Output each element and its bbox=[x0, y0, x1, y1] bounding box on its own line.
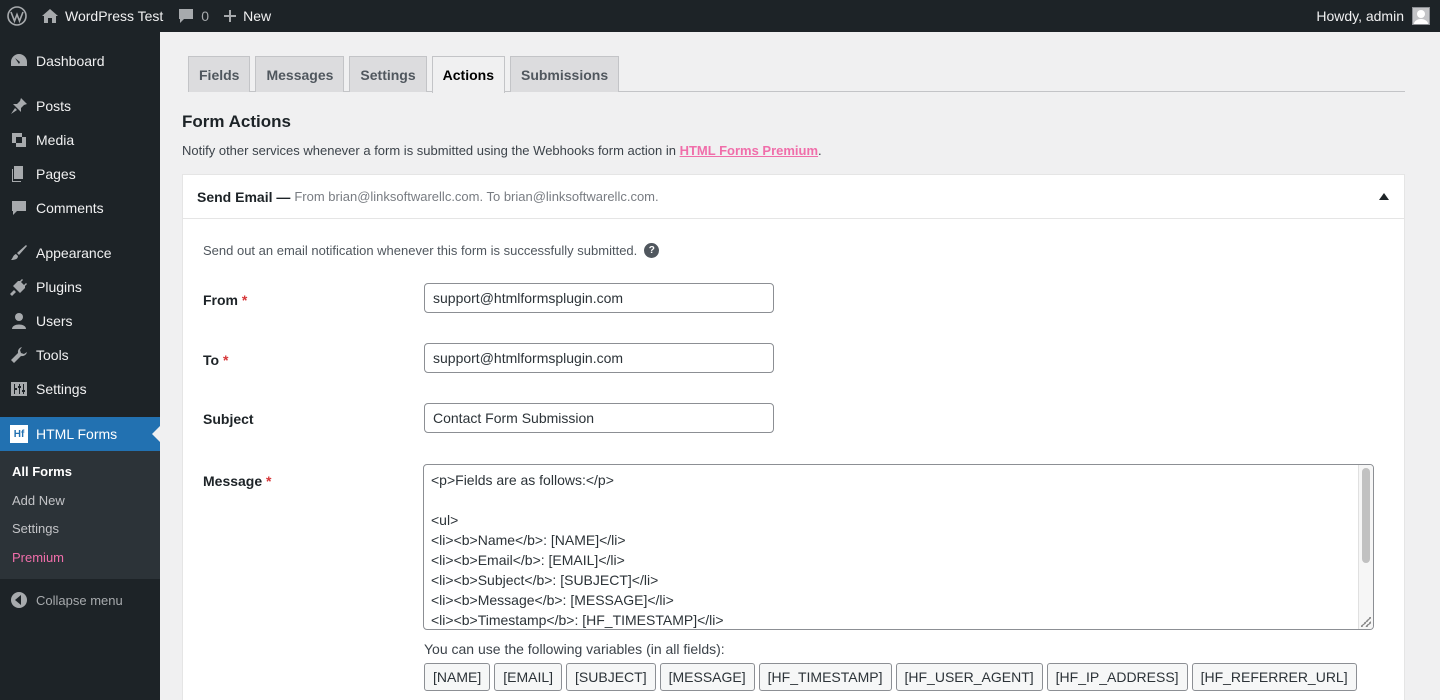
menu-item-media[interactable]: Media bbox=[0, 123, 160, 157]
comment-icon bbox=[9, 198, 29, 218]
variable-button[interactable]: [SUBJECT] bbox=[566, 663, 656, 691]
comments-link[interactable]: 0 bbox=[170, 0, 216, 32]
tab-messages[interactable]: Messages bbox=[255, 56, 345, 92]
menu-item-settings[interactable]: Settings bbox=[0, 372, 160, 406]
admin-bar: WordPress Test 0 New Howdy, admin bbox=[0, 0, 1440, 32]
message-label: Message * bbox=[203, 473, 272, 489]
panel-title: Send Email — bbox=[197, 188, 291, 205]
brush-icon bbox=[9, 243, 29, 263]
subject-label: Subject bbox=[203, 411, 254, 427]
wordpress-logo-button[interactable] bbox=[0, 0, 34, 32]
submenu-all-forms[interactable]: All Forms bbox=[0, 458, 160, 487]
page-title: Form Actions bbox=[182, 112, 291, 131]
html-forms-logo-icon: Hf bbox=[10, 425, 28, 443]
new-content-button[interactable]: New bbox=[216, 0, 278, 32]
variable-button[interactable]: [MESSAGE] bbox=[659, 663, 755, 691]
comments-count: 0 bbox=[201, 8, 210, 24]
plus-icon bbox=[224, 10, 237, 22]
menu-item-users[interactable]: Users bbox=[0, 304, 160, 338]
panel-detail: From brian@linksoftwarellc.com. To brian… bbox=[294, 189, 659, 204]
user-icon bbox=[9, 311, 29, 331]
wrench-icon bbox=[9, 345, 29, 365]
menu-item-dashboard[interactable]: Dashboard bbox=[0, 44, 160, 78]
plug-icon bbox=[9, 277, 29, 297]
message-line: <p>Fields are as follows:</p> bbox=[431, 472, 614, 488]
to-label: To * bbox=[203, 352, 229, 368]
textarea-scrollbar[interactable] bbox=[1358, 465, 1373, 629]
subject-field[interactable]: Contact Form Submission bbox=[424, 403, 774, 433]
panel-header[interactable]: Send Email — From brian@linksoftwarellc.… bbox=[183, 175, 1404, 219]
site-name: WordPress Test bbox=[65, 8, 164, 24]
variable-button[interactable]: [NAME] bbox=[424, 663, 491, 691]
menu-item-posts[interactable]: Posts bbox=[0, 89, 160, 123]
collapse-menu-button[interactable]: Collapse menu bbox=[0, 583, 160, 617]
variables-label: You can use the following variables (in … bbox=[424, 641, 725, 657]
submenu-settings[interactable]: Settings bbox=[0, 515, 160, 544]
pin-icon bbox=[9, 96, 29, 116]
submenu-premium[interactable]: Premium bbox=[0, 544, 160, 573]
premium-notice: Notify other services whenever a form is… bbox=[182, 143, 822, 158]
tab-settings[interactable]: Settings bbox=[349, 56, 427, 92]
message-line bbox=[431, 490, 1366, 510]
message-line: <li><b>Email</b>: [EMAIL]</li> bbox=[431, 552, 625, 568]
menu-item-comments[interactable]: Comments bbox=[0, 191, 160, 225]
html-forms-submenu: All Forms Add New Settings Premium bbox=[0, 451, 160, 579]
variable-button[interactable]: [HF_REFERRER_URL] bbox=[1191, 663, 1357, 691]
panel-description: Send out an email notification whenever … bbox=[203, 243, 660, 258]
media-icon bbox=[9, 130, 29, 150]
help-icon[interactable]: ? bbox=[644, 243, 660, 258]
sliders-icon bbox=[9, 379, 29, 399]
menu-item-pages[interactable]: Pages bbox=[0, 157, 160, 191]
message-content: <p>Fields are as follows:</p> <ul> <li><b>… bbox=[424, 465, 1373, 629]
menu-item-html-forms[interactable]: Hf HTML Forms bbox=[0, 417, 160, 451]
wordpress-logo-icon bbox=[7, 6, 27, 26]
resize-grip-icon[interactable] bbox=[1361, 617, 1371, 627]
form-tabs: Fields Messages Settings Actions Submiss… bbox=[188, 56, 1405, 93]
message-line: <ul> bbox=[431, 512, 459, 528]
from-label: From * bbox=[203, 292, 248, 308]
tab-fields[interactable]: Fields bbox=[188, 56, 251, 92]
variable-button[interactable]: [HF_USER_AGENT] bbox=[895, 663, 1043, 691]
site-name-link[interactable]: WordPress Test bbox=[34, 0, 170, 32]
send-email-action-panel: Send Email — From brian@linksoftwarellc.… bbox=[182, 174, 1405, 700]
from-field[interactable]: support@htmlformsplugin.com bbox=[424, 283, 774, 313]
collapse-arrow-icon bbox=[9, 590, 29, 610]
message-line: <li><b>Message</b>: [MESSAGE]</li> bbox=[431, 592, 674, 608]
variables-list: [NAME] [EMAIL] [SUBJECT] [MESSAGE] [HF_TIMES… bbox=[424, 663, 1361, 691]
dashboard-icon bbox=[9, 51, 29, 71]
tab-actions[interactable]: Actions bbox=[431, 56, 505, 93]
scrollbar-thumb[interactable] bbox=[1362, 468, 1370, 563]
menu-item-tools[interactable]: Tools bbox=[0, 338, 160, 372]
pages-icon bbox=[9, 164, 29, 184]
menu-item-appearance[interactable]: Appearance bbox=[0, 236, 160, 270]
new-label: New bbox=[243, 8, 272, 24]
tab-submissions[interactable]: Submissions bbox=[509, 56, 620, 92]
menu-item-plugins[interactable]: Plugins bbox=[0, 270, 160, 304]
variable-button[interactable]: [HF_IP_ADDRESS] bbox=[1046, 663, 1188, 691]
message-line: <li><b>Name</b>: [NAME]</li> bbox=[431, 532, 626, 548]
user-account-menu[interactable]: Howdy, admin bbox=[1309, 0, 1440, 32]
comment-bubble-icon bbox=[179, 9, 194, 23]
submenu-add-new[interactable]: Add New bbox=[0, 487, 160, 516]
greeting: Howdy, admin bbox=[1316, 8, 1404, 24]
message-line: <li><b>Timestamp</b>: [HF_TIMESTAMP]</li… bbox=[431, 612, 724, 628]
avatar bbox=[1412, 7, 1430, 25]
variable-button[interactable]: [EMAIL] bbox=[494, 663, 563, 691]
variable-button[interactable]: [HF_TIMESTAMP] bbox=[758, 663, 892, 691]
collapse-triangle-icon[interactable] bbox=[1379, 193, 1389, 200]
message-textarea[interactable]: <p>Fields are as follows:</p> <ul> <li><b>… bbox=[423, 464, 1374, 630]
to-field[interactable]: support@htmlformsplugin.com bbox=[424, 343, 774, 373]
message-line: <li><b>Subject</b>: [SUBJECT]</li> bbox=[431, 572, 659, 588]
premium-link[interactable]: HTML Forms Premium bbox=[680, 143, 818, 158]
admin-sidebar: Dashboard Posts Media Pages Comments App… bbox=[0, 32, 160, 700]
home-icon bbox=[42, 9, 58, 23]
